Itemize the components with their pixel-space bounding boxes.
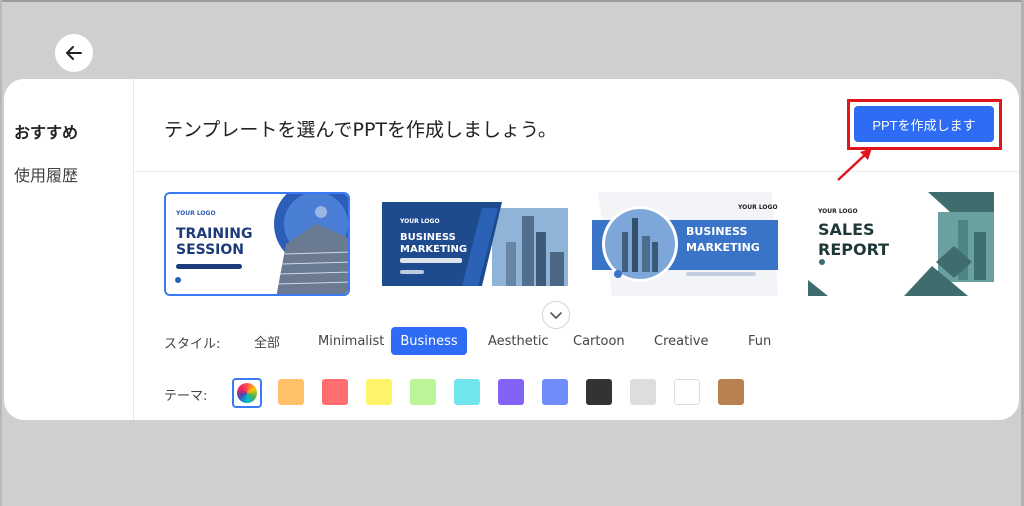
template-card-business-marketing-1[interactable]: YOUR LOGO BUSINESS MARKETING	[382, 192, 568, 296]
template-list: YOUR LOGO TRAINING SESSION YOUR LOGO BUS…	[164, 192, 1004, 300]
theme-swatch-all-selected[interactable]	[232, 378, 262, 408]
template-title-text: BUSINESS MARKETING	[400, 232, 468, 255]
template-card-business-marketing-2[interactable]: YOUR LOGO BUSINESS MARKETING	[592, 192, 778, 296]
window-top-edge	[0, 0, 1024, 2]
template-card-training[interactable]: YOUR LOGO TRAINING SESSION	[164, 192, 350, 296]
color-wheel-icon	[237, 383, 257, 403]
theme-swatch[interactable]	[542, 379, 568, 405]
create-ppt-button[interactable]: PPTを作成します	[854, 106, 994, 142]
style-label: スタイル:	[164, 337, 221, 352]
style-option-creative[interactable]: Creative	[642, 327, 721, 355]
theme-swatch[interactable]	[410, 379, 436, 405]
theme-swatch[interactable]	[278, 379, 304, 405]
style-option-all[interactable]: 全部	[242, 327, 292, 355]
theme-swatch[interactable]	[366, 379, 392, 405]
chevron-down-icon	[550, 312, 562, 319]
template-title-text: BUSINESS MARKETING	[686, 225, 760, 254]
theme-swatch[interactable]	[630, 379, 656, 405]
theme-swatch[interactable]	[498, 379, 524, 405]
annotation-arrow-icon	[837, 148, 872, 181]
template-logo-text: YOUR LOGO	[176, 210, 216, 217]
style-option-business[interactable]: Business	[391, 327, 467, 355]
style-option-cartoon[interactable]: Cartoon	[561, 327, 637, 355]
template-logo-text: YOUR LOGO	[400, 218, 440, 225]
style-option-aesthetic[interactable]: Aesthetic	[476, 327, 561, 355]
template-dialog: おすすめ 使用履歴 テンプレートを選んでPPTを作成しましょう。 PPTを作成し…	[4, 79, 1019, 420]
theme-swatch[interactable]	[322, 379, 348, 405]
sidebar: おすすめ 使用履歴	[4, 79, 134, 420]
theme-swatch[interactable]	[586, 379, 612, 405]
header-divider	[134, 171, 1019, 172]
template-logo-text: YOUR LOGO	[818, 208, 858, 215]
expand-templates-button[interactable]	[542, 301, 570, 329]
template-title-text: TRAINING SESSION	[176, 226, 253, 258]
arrow-left-icon	[66, 46, 82, 60]
style-option-minimalist[interactable]: Minimalist	[306, 327, 396, 355]
sidebar-item-recommended[interactable]: おすすめ	[14, 119, 78, 143]
window-left-edge	[0, 0, 2, 506]
sidebar-item-history[interactable]: 使用履歴	[14, 162, 78, 186]
theme-swatch[interactable]	[718, 379, 744, 405]
back-button[interactable]	[55, 34, 93, 72]
template-card-sales-report[interactable]: YOUR LOGO SALES REPORT	[808, 192, 994, 296]
template-logo-text: YOUR LOGO	[738, 204, 778, 211]
theme-swatch[interactable]	[454, 379, 480, 405]
template-title-text: SALES REPORT	[818, 220, 890, 259]
style-option-fun[interactable]: Fun	[736, 327, 783, 355]
theme-swatch[interactable]	[674, 379, 700, 405]
page-title: テンプレートを選んでPPTを作成しましょう。	[164, 119, 557, 141]
theme-label: テーマ:	[164, 389, 208, 404]
